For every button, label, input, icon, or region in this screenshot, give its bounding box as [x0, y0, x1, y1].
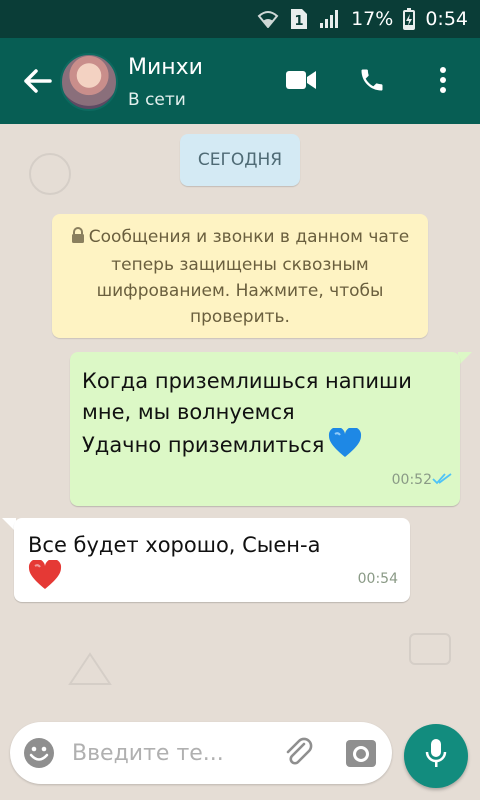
mic-icon	[424, 738, 448, 774]
message-line: Когда приземлишься напиши	[82, 369, 412, 393]
wallpaper-doodle	[29, 153, 71, 195]
wallpaper-doodle	[409, 633, 451, 665]
message-time: 00:52	[391, 472, 432, 488]
clock: 0:54	[425, 8, 468, 30]
battery-charging-icon	[403, 8, 416, 30]
back-arrow-icon[interactable]	[22, 66, 54, 96]
encryption-notice[interactable]: Сообщения и звонки в данном чате теперь …	[52, 214, 428, 338]
avatar[interactable]	[60, 53, 118, 111]
wifi-icon	[257, 10, 279, 28]
encryption-notice-text: Сообщения и звонки в данном чате теперь …	[88, 227, 410, 327]
video-call-icon[interactable]	[283, 62, 319, 98]
attach-icon[interactable]	[282, 736, 316, 770]
phone-call-icon[interactable]	[354, 62, 390, 98]
message-time: 00:54	[357, 571, 398, 587]
camera-icon[interactable]	[344, 736, 378, 770]
message-composer	[10, 722, 392, 784]
sim-slot-number: 1	[295, 14, 304, 29]
chat-area[interactable]: СЕГОДНЯ Сообщения и звонки в данном чате…	[0, 124, 480, 724]
emoji-icon[interactable]	[22, 736, 56, 770]
contact-name[interactable]: Минхи	[128, 55, 203, 80]
date-chip: СЕГОДНЯ	[180, 134, 300, 186]
more-vertical-icon[interactable]	[425, 62, 461, 98]
message-line: Удачно приземлиться	[82, 433, 325, 457]
wallpaper-doodle	[68, 652, 112, 685]
status-bar: 1 17% 0:54	[0, 0, 480, 38]
message-line: Все будет хорошо, Сыен-а	[28, 533, 321, 557]
read-receipt-icon	[432, 463, 452, 494]
message-line: мне, мы волнуемся	[82, 400, 295, 424]
battery-percent: 17%	[351, 8, 394, 30]
contact-status: В сети	[128, 90, 186, 110]
blue-heart-icon	[328, 426, 362, 467]
incoming-message[interactable]: Все будет хорошо, Сыен-а 00:54	[14, 518, 410, 602]
message-input[interactable]	[72, 734, 272, 772]
outgoing-bubble-tail	[458, 352, 472, 366]
chat-header: Минхи В сети	[0, 38, 480, 124]
signal-icon	[319, 9, 341, 29]
outgoing-message[interactable]: Когда приземлишься напиши мне, мы волнуе…	[70, 352, 460, 506]
red-heart-icon	[28, 558, 62, 598]
mic-button[interactable]	[404, 724, 468, 788]
sim-icon: 1	[289, 8, 309, 30]
lock-icon	[71, 226, 85, 252]
